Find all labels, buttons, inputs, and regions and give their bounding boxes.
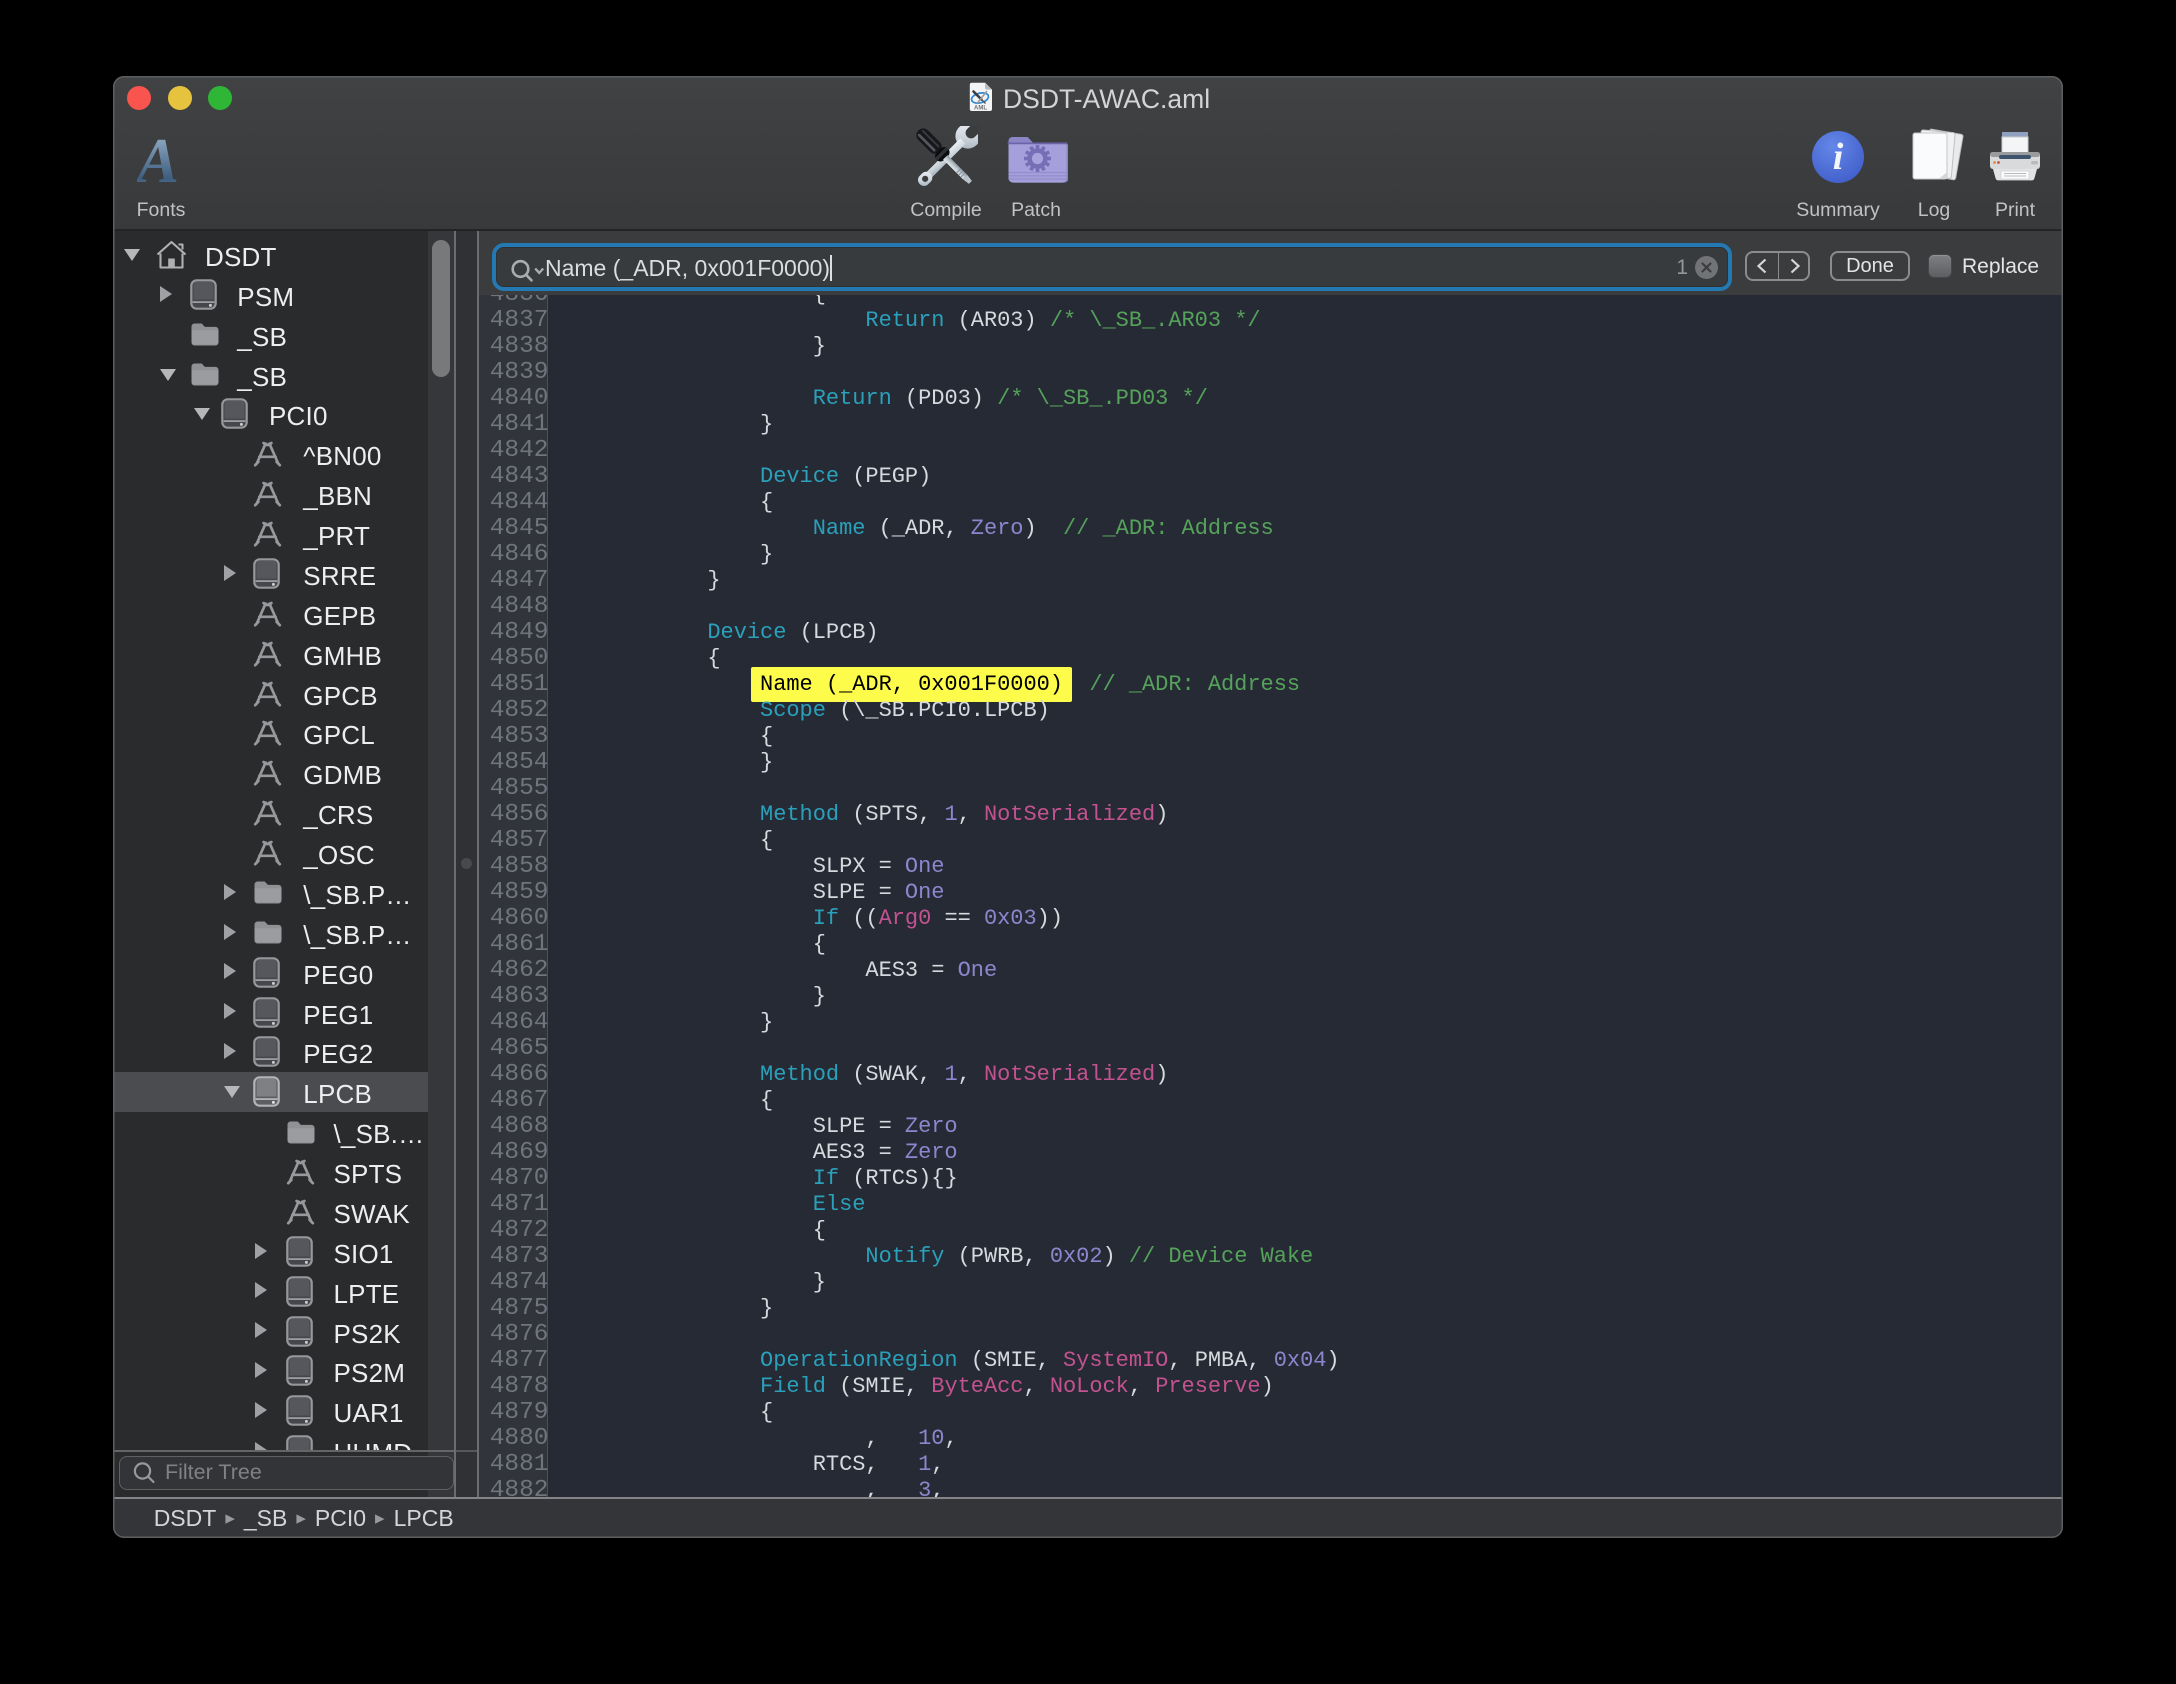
svg-text:i: i	[1833, 136, 1844, 178]
svg-text:AML: AML	[974, 106, 987, 112]
